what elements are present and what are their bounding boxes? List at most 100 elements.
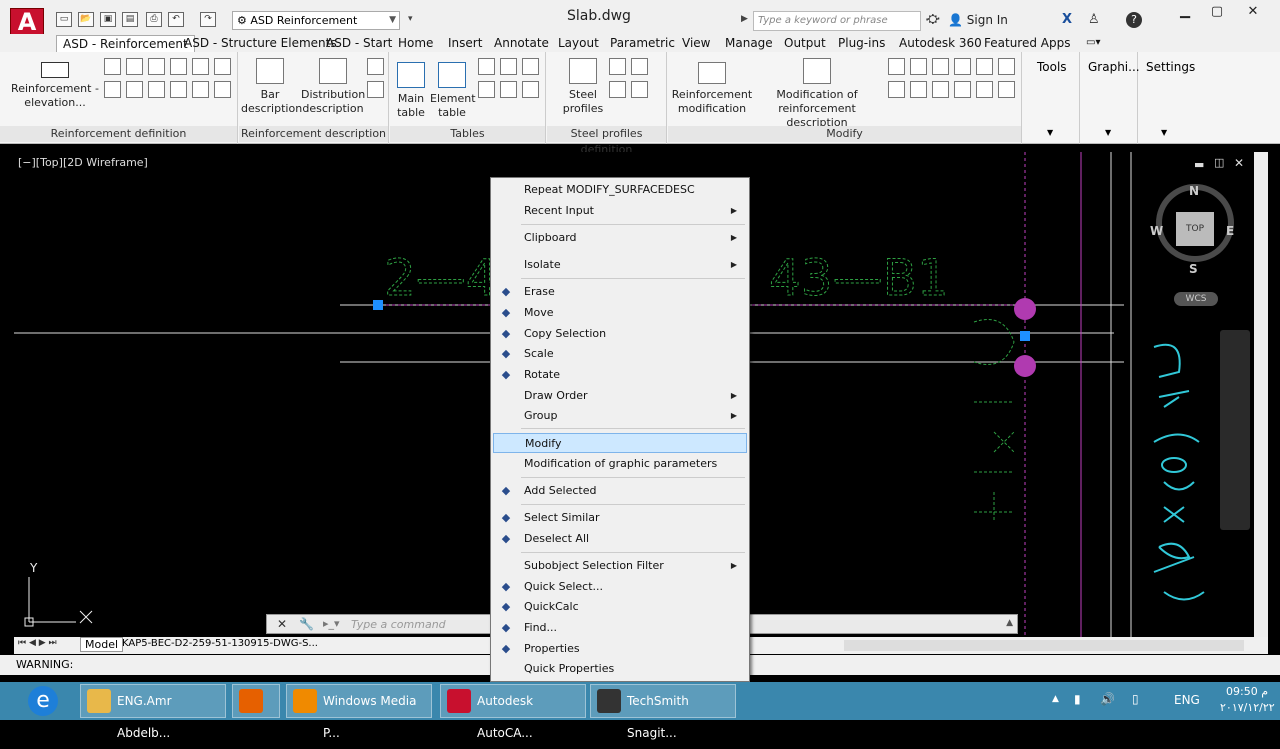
help-icon[interactable]: ? [1126, 12, 1142, 28]
rebar-tool-1-icon[interactable] [104, 58, 121, 75]
close-icon[interactable]: ✕ [1242, 4, 1264, 22]
save-as-icon[interactable]: ▤ [122, 12, 138, 27]
battery-icon[interactable]: ▯ [1132, 692, 1139, 706]
table-tool-5-icon[interactable] [500, 81, 517, 98]
group-settings[interactable]: Settings ▼ [1139, 52, 1196, 144]
menu-item-isolate[interactable]: Isolate ▶ [493, 255, 747, 275]
tab-home[interactable]: Home [398, 35, 433, 51]
taskbar-button-firefox[interactable] [232, 684, 280, 718]
horizontal-scrollbar[interactable] [844, 640, 1244, 651]
tab-asd-reinforcement[interactable]: ASD - Reinforcement [56, 35, 195, 52]
modify-description-button[interactable]: Modification of reinforcement descriptio… [752, 58, 882, 130]
menu-item-modify[interactable]: Modify [493, 433, 747, 453]
ribbon-options-icon[interactable]: ▭▾ [1086, 35, 1100, 51]
modify-tool-6-icon[interactable] [998, 58, 1015, 75]
navigation-bar[interactable] [1220, 330, 1250, 530]
steel-profiles-button[interactable]: Steel profiles [555, 58, 611, 116]
modify-tool-12-icon[interactable] [998, 81, 1015, 98]
rebar-tool-10-icon[interactable] [170, 81, 187, 98]
rebar-tool-7-icon[interactable] [104, 81, 121, 98]
tab-asd-start[interactable]: ASD - Start [326, 35, 392, 51]
menu-item-scale[interactable]: ◆ Scale [493, 344, 747, 364]
compass-west[interactable]: W [1150, 224, 1163, 238]
menu-item-modification-of-graphic-parameters[interactable]: Modification of graphic parameters [493, 454, 747, 474]
search-input[interactable]: Type a keyword or phrase [753, 11, 921, 31]
tab-layout[interactable]: KAP5-BEC-D2-259-51-130915-DWG-S... [122, 638, 318, 649]
rebar-tool-8-icon[interactable] [126, 81, 143, 98]
tab-featured-apps[interactable]: Featured Apps [984, 35, 1070, 51]
undo-icon[interactable]: ↶ [168, 12, 184, 27]
reinforcement-elevation-button[interactable]: Reinforcement - elevation... [10, 62, 100, 110]
main-table-button[interactable]: Main table [392, 62, 430, 120]
profile-tool-1-icon[interactable] [609, 58, 626, 75]
rebar-tool-5-icon[interactable] [192, 58, 209, 75]
viewport-controls-label[interactable]: [−][Top][2D Wireframe] [18, 156, 148, 169]
menu-item-rotate[interactable]: ◆ Rotate [493, 365, 747, 385]
tab-asd-structure-elements[interactable]: ASD - Structure Elements [184, 35, 337, 51]
menu-item-find[interactable]: ◆ Find... [493, 618, 747, 638]
tab-view[interactable]: View [682, 35, 710, 51]
profile-tool-3-icon[interactable] [609, 81, 626, 98]
network-icon[interactable]: ▮ [1074, 692, 1081, 706]
modify-tool-11-icon[interactable] [976, 81, 993, 98]
tab-plug-ins[interactable]: Plug-ins [838, 35, 885, 51]
table-tool-2-icon[interactable] [500, 58, 517, 75]
profile-tool-4-icon[interactable] [631, 81, 648, 98]
menu-item-move[interactable]: ◆ Move [493, 303, 747, 323]
rebar-tool-9-icon[interactable] [148, 81, 165, 98]
rebar-tool-2-icon[interactable] [126, 58, 143, 75]
sign-in-button[interactable]: 👤 Sign In [948, 13, 1008, 27]
search-expand-icon[interactable]: ▶ [741, 14, 748, 24]
description-tool-2-icon[interactable] [367, 81, 384, 98]
tab-annotate[interactable]: Annotate [494, 35, 549, 51]
rebar-tool-6-icon[interactable] [214, 58, 231, 75]
modify-tool-4-icon[interactable] [954, 58, 971, 75]
wcs-menu[interactable]: WCS [1174, 292, 1218, 306]
table-tool-1-icon[interactable] [478, 58, 495, 75]
menu-item-group[interactable]: Group ▶ [493, 406, 747, 426]
viewcube-top-face[interactable]: TOP [1176, 212, 1214, 246]
open-icon[interactable]: 📂 [78, 12, 94, 27]
modify-tool-8-icon[interactable] [910, 81, 927, 98]
rebar-tool-11-icon[interactable] [192, 81, 209, 98]
description-tool-1-icon[interactable] [367, 58, 384, 75]
vertical-scrollbar[interactable] [1254, 152, 1268, 637]
menu-item-erase[interactable]: ◆ Erase [493, 282, 747, 302]
modify-tool-7-icon[interactable] [888, 81, 905, 98]
table-tool-4-icon[interactable] [478, 81, 495, 98]
volume-icon[interactable]: 🔊 [1100, 692, 1115, 706]
menu-item-draw-order[interactable]: Draw Order ▶ [493, 386, 747, 406]
save-icon[interactable]: ▣ [100, 12, 116, 27]
binoculars-icon[interactable]: ⛮ [926, 12, 940, 27]
tab-parametric[interactable]: Parametric [610, 35, 675, 51]
viewport-minimize-icon[interactable]: ▬ [1194, 158, 1204, 171]
modify-tool-5-icon[interactable] [976, 58, 993, 75]
menu-item-quick-select[interactable]: ◆ Quick Select... [493, 577, 747, 597]
exchange-icon[interactable]: X [1062, 12, 1072, 27]
user-profile-icon[interactable]: ♙ [1088, 12, 1100, 27]
internet-explorer-icon[interactable]: e [28, 686, 58, 716]
modify-tool-10-icon[interactable] [954, 81, 971, 98]
qat-dropdown-icon[interactable]: ▾ [408, 14, 413, 24]
tab-output[interactable]: Output [784, 35, 826, 51]
menu-item-deselect-all[interactable]: ◆ Deselect All [493, 529, 747, 549]
tab-layout[interactable]: Layout [558, 35, 599, 51]
menu-item-clipboard[interactable]: Clipboard ▶ [493, 228, 747, 248]
command-history-icon[interactable]: ▲ [1006, 618, 1013, 628]
tray-expand-icon[interactable]: ▲ [1052, 694, 1059, 704]
profile-tool-2-icon[interactable] [631, 58, 648, 75]
modify-tool-1-icon[interactable] [888, 58, 905, 75]
group-graphics[interactable]: Graphi... ▼ [1081, 52, 1140, 144]
taskbar-button-autocad[interactable]: Autodesk AutoCA... [440, 684, 586, 740]
menu-item-add-selected[interactable]: ◆ Add Selected [493, 481, 747, 501]
viewport-restore-icon[interactable]: ◫ [1214, 156, 1224, 169]
taskbar-button-folder[interactable]: ENG.Amr Abdelb... [80, 684, 226, 740]
close-icon[interactable]: ✕ [277, 617, 287, 631]
menu-item-copy-selection[interactable]: ◆ Copy Selection [493, 324, 747, 344]
modify-tool-9-icon[interactable] [932, 81, 949, 98]
language-indicator[interactable]: ENG [1174, 693, 1200, 707]
table-tool-6-icon[interactable] [522, 81, 539, 98]
compass-east[interactable]: E [1226, 224, 1234, 238]
minimize-icon[interactable]: ▁ [1174, 4, 1196, 22]
rebar-tool-3-icon[interactable] [148, 58, 165, 75]
